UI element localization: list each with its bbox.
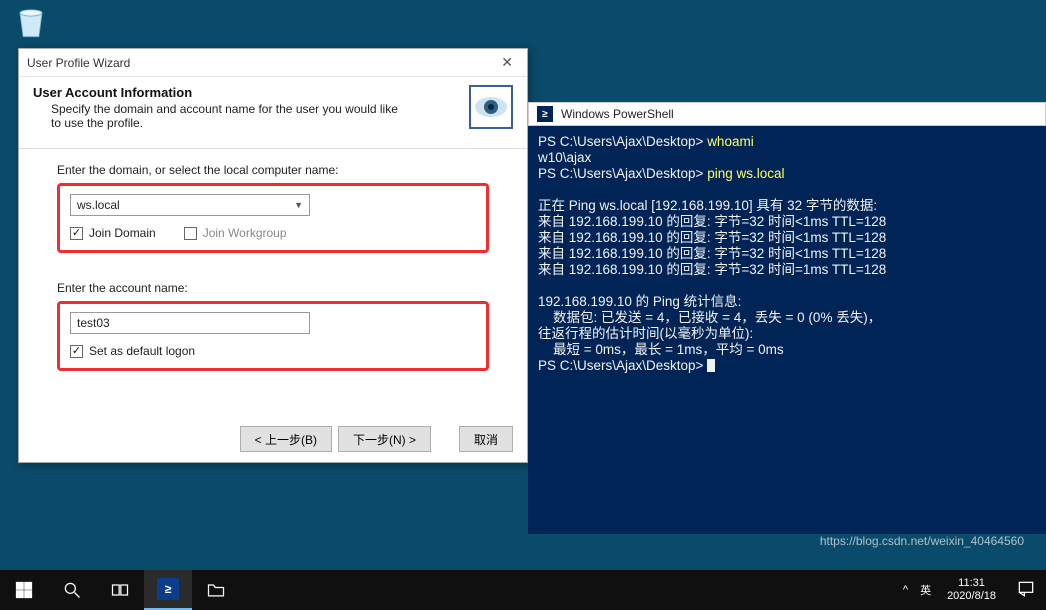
- account-value: test03: [77, 316, 110, 330]
- powershell-icon: ≥: [537, 106, 553, 122]
- wizard-titlebar[interactable]: User Profile Wizard ✕: [19, 49, 527, 77]
- account-label: Enter the account name:: [57, 281, 489, 295]
- wizard-heading: User Account Information: [33, 85, 411, 100]
- account-highlight-box: test03 Set as default logon: [57, 301, 489, 371]
- ime-indicator[interactable]: 英: [914, 570, 937, 610]
- ps-cmd: ping ws.local: [707, 166, 784, 181]
- checkbox-icon: [184, 227, 197, 240]
- ps-line: PS C:\Users\Ajax\Desktop>: [538, 134, 707, 149]
- taskbar-powershell[interactable]: ≥: [144, 570, 192, 610]
- powershell-icon: ≥: [157, 578, 179, 600]
- join-domain-label: Join Domain: [89, 226, 156, 240]
- start-button[interactable]: [0, 570, 48, 610]
- eye-icon: [471, 87, 511, 127]
- cancel-button[interactable]: 取消: [459, 426, 513, 452]
- join-workgroup-checkbox[interactable]: Join Workgroup: [184, 226, 287, 240]
- watermark-text: https://blog.csdn.net/weixin_40464560: [820, 534, 1024, 548]
- wizard-button-row: < 上一步(B) 下一步(N) > 取消: [240, 426, 513, 452]
- search-icon: [62, 580, 82, 600]
- chevron-up-icon: ^: [903, 584, 908, 596]
- wizard-banner-icon: [469, 85, 513, 129]
- wizard-header-text: User Account Information Specify the dom…: [33, 85, 411, 130]
- wizard-header: User Account Information Specify the dom…: [19, 77, 527, 149]
- join-domain-checkbox[interactable]: Join Domain: [70, 226, 156, 240]
- account-name-input[interactable]: test03: [70, 312, 310, 334]
- ps-cmd: whoami: [707, 134, 754, 149]
- ps-line: 数据包: 已发送 = 4，已接收 = 4，丢失 = 0 (0% 丢失)，: [538, 310, 881, 325]
- ime-text: 英: [920, 582, 931, 598]
- ps-line: 来自 192.168.199.10 的回复: 字节=32 时间<1ms TTL=…: [538, 230, 886, 245]
- notification-icon: [1016, 579, 1036, 599]
- user-profile-wizard-window: User Profile Wizard ✕ User Account Infor…: [18, 48, 528, 463]
- task-view-icon: [110, 580, 130, 600]
- desktop-recycle-bin[interactable]: [12, 5, 50, 43]
- wizard-body: Enter the domain, or select the local co…: [19, 149, 527, 371]
- recycle-bin-icon: [12, 5, 50, 43]
- clock-time: 11:31: [947, 577, 996, 590]
- action-center-button[interactable]: [1006, 579, 1046, 602]
- clock-date: 2020/8/18: [947, 590, 996, 603]
- wizard-subheading: Specify the domain and account name for …: [51, 102, 411, 130]
- close-icon[interactable]: ✕: [495, 54, 519, 71]
- ps-line: 来自 192.168.199.10 的回复: 字节=32 时间<1ms TTL=…: [538, 214, 886, 229]
- chevron-down-icon[interactable]: ▼: [294, 200, 303, 210]
- powershell-output[interactable]: PS C:\Users\Ajax\Desktop> whoami w10\aja…: [528, 126, 1046, 534]
- taskbar-clock[interactable]: 11:31 2020/8/18: [937, 577, 1006, 603]
- default-logon-checkbox[interactable]: Set as default logon: [70, 344, 195, 358]
- taskbar-file-explorer[interactable]: [192, 570, 240, 610]
- windows-logo-icon: [14, 580, 34, 600]
- powershell-window: ≥ Windows PowerShell PS C:\Users\Ajax\De…: [528, 102, 1046, 534]
- taskbar: ≥ ^ 英 11:31 2020/8/18: [0, 570, 1046, 610]
- ps-line: PS C:\Users\Ajax\Desktop>: [538, 166, 707, 181]
- ps-line: 正在 Ping ws.local [192.168.199.10] 具有 32 …: [538, 198, 877, 213]
- ps-line: w10\ajax: [538, 150, 591, 165]
- ps-line: 来自 192.168.199.10 的回复: 字节=32 时间=1ms TTL=…: [538, 262, 886, 277]
- domain-combobox[interactable]: ws.local ▼: [70, 194, 310, 216]
- ps-line: 最短 = 0ms，最长 = 1ms，平均 = 0ms: [538, 342, 784, 357]
- ps-line: PS C:\Users\Ajax\Desktop>: [538, 358, 707, 373]
- checkbox-icon: [70, 345, 83, 358]
- cursor-icon: [707, 359, 715, 372]
- task-view-button[interactable]: [96, 570, 144, 610]
- folder-icon: [206, 580, 226, 600]
- wizard-title: User Profile Wizard: [27, 56, 130, 70]
- default-logon-label: Set as default logon: [89, 344, 195, 358]
- ps-line: 往返行程的估计时间(以毫秒为单位):: [538, 326, 753, 341]
- ps-line: 192.168.199.10 的 Ping 统计信息:: [538, 294, 741, 309]
- system-tray: ^ 英 11:31 2020/8/18: [897, 570, 1046, 610]
- ps-line: 来自 192.168.199.10 的回复: 字节=32 时间<1ms TTL=…: [538, 246, 886, 261]
- domain-value: ws.local: [77, 198, 120, 212]
- join-workgroup-label: Join Workgroup: [203, 226, 287, 240]
- domain-highlight-box: ws.local ▼ Join Domain Join Workgroup: [57, 183, 489, 253]
- next-button[interactable]: 下一步(N) >: [338, 426, 431, 452]
- back-button[interactable]: < 上一步(B): [240, 426, 332, 452]
- domain-label: Enter the domain, or select the local co…: [57, 163, 489, 177]
- checkbox-icon: [70, 227, 83, 240]
- powershell-title: Windows PowerShell: [561, 107, 674, 121]
- tray-overflow[interactable]: ^: [897, 570, 914, 610]
- search-button[interactable]: [48, 570, 96, 610]
- powershell-titlebar[interactable]: ≥ Windows PowerShell: [528, 102, 1046, 126]
